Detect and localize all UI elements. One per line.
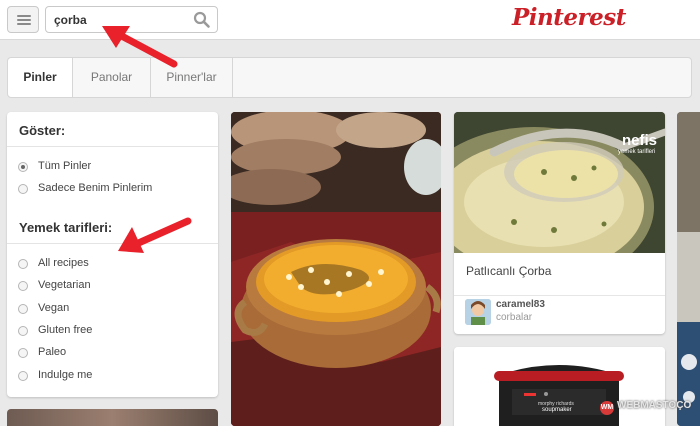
radio-vegan[interactable]: Vegan [18, 302, 198, 318]
pin-image-partial[interactable] [7, 409, 218, 426]
radio-label: Sadece Benim Pinlerim [38, 182, 153, 194]
soupmaker-photo [454, 347, 665, 426]
pin-card-eggplant-soup[interactable]: nefis yemek tarifleri Patlıcanlı Çorba c… [454, 112, 665, 334]
radio-label: All recipes [38, 257, 89, 269]
radio-vegetarian[interactable]: Vegetarian [18, 279, 198, 295]
radio-circle[interactable] [18, 371, 28, 381]
avatar[interactable] [465, 299, 491, 325]
soup-photo [231, 112, 441, 426]
radio-label: Vegetarian [38, 279, 91, 291]
tab-pins[interactable]: Pinler [8, 58, 73, 97]
radio-all-recipes[interactable]: All recipes [18, 257, 198, 273]
image-overlay-sub: yemek tarifleri [618, 149, 656, 155]
radio-paleo[interactable]: Paleo [18, 346, 198, 362]
pin-image[interactable]: nefis yemek tarifleri [454, 112, 665, 253]
watermark-badge: WM [600, 401, 614, 415]
partial-photo [677, 112, 700, 426]
divider [454, 295, 665, 296]
board-name[interactable]: corbalar [496, 312, 532, 323]
radio-circle[interactable] [18, 348, 28, 358]
hamburger-icon [17, 15, 31, 17]
radio-label: Indulge me [38, 369, 93, 381]
radio-label: Gluten free [38, 324, 93, 336]
radio-circle[interactable] [18, 184, 28, 194]
watermark-text: WEBMASTO [617, 400, 677, 411]
radio-label: Vegan [38, 302, 70, 314]
radio-circle[interactable] [18, 259, 28, 269]
show-title: Göster: [19, 123, 66, 138]
radio-label: Tüm Pinler [38, 160, 92, 172]
avatar-image [465, 299, 491, 325]
pinterest-logo[interactable]: Pinterest [512, 4, 626, 31]
radio-circle[interactable] [18, 326, 28, 336]
pin-image-soup[interactable] [231, 112, 441, 426]
radio-my-pins[interactable]: Sadece Benim Pinlerim [18, 182, 198, 198]
recipes-title: Yemek tarifleri: [19, 220, 113, 235]
divider [7, 146, 218, 147]
radio-all-pins[interactable]: Tüm Pinler [18, 160, 198, 176]
image-overlay-text: nefis [622, 132, 658, 149]
search-icon[interactable] [193, 11, 211, 29]
watermark-suffix: ÇO [676, 400, 692, 411]
annotation-arrow-search [102, 26, 178, 68]
radio-label: Paleo [38, 346, 67, 358]
radio-circle[interactable] [18, 162, 28, 172]
menu-button[interactable] [7, 6, 39, 33]
radio-gluten-free[interactable]: Gluten free [18, 324, 198, 340]
watermark: WM WEBMASTOÇO [600, 400, 692, 415]
radio-circle[interactable] [18, 281, 28, 291]
annotation-arrow-recipes [118, 217, 192, 253]
radio-circle[interactable] [18, 304, 28, 314]
pin-image-partial-right[interactable] [677, 112, 700, 426]
pinner-name[interactable]: caramel83 [496, 299, 545, 310]
pin-card-soupmaker[interactable]: morphy richards soupmaker [454, 347, 665, 426]
hamburger-icon-bar [17, 19, 31, 21]
product-name: soupmaker [542, 407, 572, 413]
pin-title[interactable]: Patlıcanlı Çorba [466, 264, 551, 278]
radio-indulge-me[interactable]: Indulge me [18, 369, 198, 385]
hamburger-icon-bar [17, 23, 31, 25]
